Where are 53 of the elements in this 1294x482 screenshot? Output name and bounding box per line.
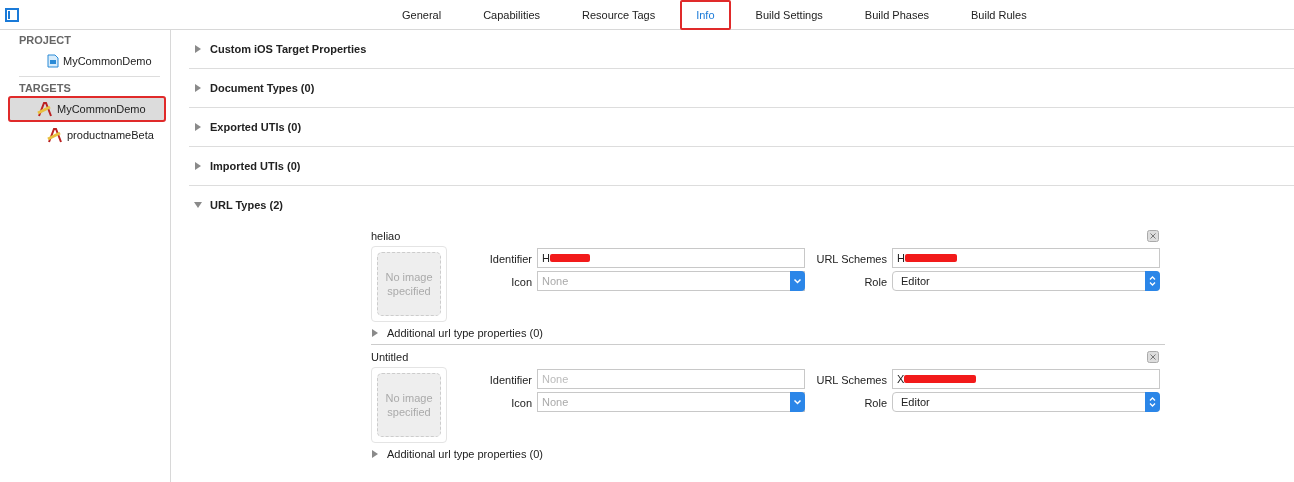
sidebar-toggle-icon[interactable] <box>5 7 19 22</box>
role-dropdown[interactable]: Editor <box>892 392 1160 412</box>
sidebar-item[interactable]: MyCommonDemo <box>8 48 166 74</box>
section-header[interactable]: Imported UTIs (0) <box>189 147 1294 185</box>
disclosure-triangle-icon[interactable] <box>194 84 202 92</box>
document-icon <box>47 54 59 68</box>
redaction-mark <box>904 254 957 262</box>
field-label: Identifier <box>488 374 533 386</box>
tab[interactable]: Capabilities <box>473 0 550 30</box>
field-label: URL Schemes <box>815 253 888 265</box>
app-letter-icon <box>47 127 63 143</box>
disclosure-triangle-icon[interactable] <box>371 450 379 458</box>
tab[interactable]: Resource Tags <box>572 0 666 30</box>
sidebar-item[interactable]: MyCommonDemo <box>8 96 166 122</box>
disclosure-row[interactable]: Additional url type properties (0) <box>371 322 1165 344</box>
tab[interactable]: Build Rules <box>961 0 1037 30</box>
url-type-name: heliao <box>371 230 401 242</box>
url-type-name: Untitled <box>371 351 409 363</box>
section-header[interactable]: Document Types (0) <box>189 69 1294 107</box>
disclosure-triangle-icon[interactable] <box>371 329 379 337</box>
delete-icon[interactable] <box>1147 230 1159 242</box>
section-header[interactable]: Custom iOS Target Properties <box>189 30 1294 68</box>
field-label: Icon <box>510 397 533 409</box>
stepper-arrows-icon <box>1145 271 1160 291</box>
disclosure-triangle-icon[interactable] <box>194 162 202 170</box>
field-label: Icon <box>510 276 533 288</box>
app-letter-icon <box>37 101 53 117</box>
tab[interactable]: General <box>392 0 452 30</box>
tab[interactable]: Build Settings <box>745 0 833 30</box>
url-schemes-field[interactable]: X <box>892 369 1160 389</box>
role-dropdown[interactable]: Editor <box>892 271 1160 291</box>
field-label: Identifier <box>488 253 533 265</box>
group-heading: PROJECT <box>18 33 72 48</box>
field-label: Role <box>863 276 888 288</box>
identifier-field[interactable]: H <box>537 248 805 268</box>
disclosure-row[interactable]: Additional url type properties (0) <box>371 443 1165 465</box>
disclosure-triangle-icon[interactable] <box>194 201 202 209</box>
group-heading: TARGETS <box>18 81 72 96</box>
chevron-down-icon <box>790 271 805 291</box>
tab[interactable]: Build Phases <box>854 0 940 30</box>
section-header[interactable]: Exported UTIs (0) <box>189 108 1294 146</box>
chevron-down-icon <box>790 392 805 412</box>
sidebar-item[interactable]: productnameBeta <box>8 122 166 148</box>
field-label: Role <box>863 397 888 409</box>
field-label: URL Schemes <box>815 374 888 386</box>
section-header[interactable]: URL Types (2) <box>189 186 1294 224</box>
disclosure-triangle-icon[interactable] <box>194 45 202 53</box>
delete-icon[interactable] <box>1147 351 1159 363</box>
disclosure-triangle-icon[interactable] <box>194 123 202 131</box>
url-schemes-field[interactable]: H <box>892 248 1160 268</box>
tab[interactable]: Info <box>680 0 731 30</box>
redaction-mark <box>549 254 590 262</box>
stepper-arrows-icon <box>1145 392 1160 412</box>
